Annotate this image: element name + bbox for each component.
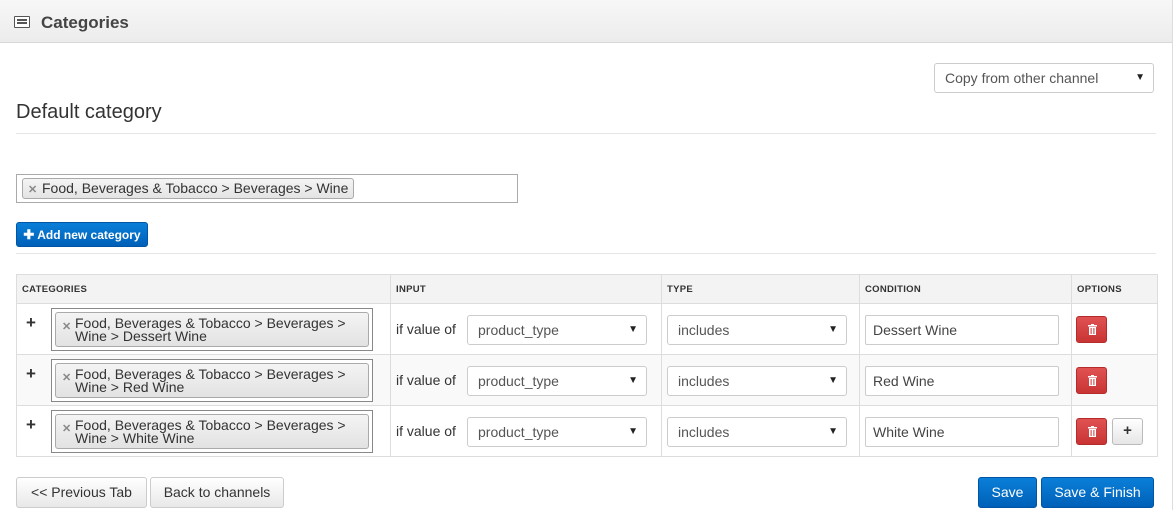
chevron-down-icon: ▼ [828, 324, 838, 335]
list-icon [14, 16, 30, 28]
chevron-down-icon: ▼ [1135, 72, 1145, 83]
category-path-line2: Wine > White Wine [75, 430, 195, 446]
remove-chip-icon[interactable]: ✕ [62, 321, 71, 334]
add-rule-button[interactable]: + [1112, 418, 1143, 445]
table-row: + ✕ Food, Beverages & Tobacco > Beverage… [16, 354, 1158, 406]
chevron-down-icon: ▼ [828, 426, 838, 437]
input-field-select[interactable]: product_type ▼ [467, 417, 647, 447]
table-row: + ✕ Food, Beverages & Tobacco > Beverage… [16, 303, 1158, 355]
trash-icon [1088, 324, 1097, 335]
type-value: includes [678, 322, 730, 338]
plus-icon: + [1123, 422, 1132, 439]
default-category-heading: Default category [16, 101, 162, 123]
back-to-channels-button[interactable]: Back to channels [150, 477, 284, 508]
remove-chip-icon[interactable]: ✕ [62, 372, 71, 385]
column-header: CATEGORIES [16, 274, 391, 304]
default-category-value: Food, Beverages & Tobacco > Beverages > … [42, 180, 349, 196]
input-label: if value of [396, 372, 456, 388]
type-value: includes [678, 373, 730, 389]
add-new-category-label: Add new category [37, 228, 141, 242]
previous-tab-button[interactable]: << Previous Tab [16, 477, 147, 508]
copy-select-value: Copy from other channel [945, 70, 1099, 86]
add-subrule-icon[interactable]: + [26, 415, 36, 435]
category-path-line2: Wine > Red Wine [75, 379, 185, 395]
remove-chip-icon[interactable]: ✕ [62, 423, 71, 436]
category-rules-table: CATEGORIES INPUT TYPE CONDITION OPTIONS … [16, 274, 1158, 457]
condition-input[interactable]: Red Wine [865, 366, 1059, 396]
category-input[interactable]: ✕ Food, Beverages & Tobacco > Beverages … [51, 359, 373, 402]
input-field-select[interactable]: product_type ▼ [467, 315, 647, 345]
trash-icon [1088, 426, 1097, 437]
input-field-value: product_type [478, 322, 559, 338]
column-header: INPUT [390, 274, 662, 304]
delete-rule-button[interactable] [1076, 418, 1107, 445]
chevron-down-icon: ▼ [628, 375, 638, 386]
category-input[interactable]: ✕ Food, Beverages & Tobacco > Beverages … [51, 308, 373, 351]
input-field-value: product_type [478, 424, 559, 440]
plus-icon: ✚ [23, 227, 35, 242]
category-chip: ✕ Food, Beverages & Tobacco > Beverages … [55, 312, 369, 347]
input-label: if value of [396, 321, 456, 337]
input-label: if value of [396, 423, 456, 439]
save-button[interactable]: Save [978, 477, 1037, 508]
type-value: includes [678, 424, 730, 440]
condition-input[interactable]: White Wine [865, 417, 1059, 447]
add-subrule-icon[interactable]: + [26, 364, 36, 384]
table-row: + ✕ Food, Beverages & Tobacco > Beverage… [16, 405, 1158, 457]
type-select[interactable]: includes ▼ [667, 366, 847, 396]
category-chip: ✕ Food, Beverages & Tobacco > Beverages … [55, 414, 369, 449]
condition-input[interactable]: Dessert Wine [865, 315, 1059, 345]
category-path-line2: Wine > Dessert Wine [75, 328, 207, 344]
copy-from-channel-select[interactable]: Copy from other channel ▼ [934, 63, 1154, 93]
divider [16, 253, 1156, 254]
input-field-value: product_type [478, 373, 559, 389]
default-category-input[interactable]: ✕ Food, Beverages & Tobacco > Beverages … [16, 174, 518, 203]
add-subrule-icon[interactable]: + [26, 313, 36, 333]
divider [16, 133, 1156, 134]
trash-icon [1088, 375, 1097, 386]
column-header: OPTIONS [1071, 274, 1158, 304]
chevron-down-icon: ▼ [628, 324, 638, 335]
category-chip: ✕ Food, Beverages & Tobacco > Beverages … [55, 363, 369, 398]
chevron-down-icon: ▼ [628, 426, 638, 437]
save-and-finish-button[interactable]: Save & Finish [1041, 477, 1154, 508]
panel-header: Categories [0, 0, 1173, 43]
default-category-chip: ✕ Food, Beverages & Tobacco > Beverages … [22, 178, 355, 199]
remove-chip-icon[interactable]: ✕ [28, 183, 37, 196]
input-field-select[interactable]: product_type ▼ [467, 366, 647, 396]
column-header: TYPE [661, 274, 860, 304]
panel-title: Categories [41, 13, 129, 32]
type-select[interactable]: includes ▼ [667, 417, 847, 447]
column-header: CONDITION [859, 274, 1072, 304]
chevron-down-icon: ▼ [828, 375, 838, 386]
category-input[interactable]: ✕ Food, Beverages & Tobacco > Beverages … [51, 410, 373, 453]
delete-rule-button[interactable] [1076, 316, 1107, 343]
type-select[interactable]: includes ▼ [667, 315, 847, 345]
add-new-category-button[interactable]: ✚ Add new category [16, 222, 148, 247]
delete-rule-button[interactable] [1076, 367, 1107, 394]
